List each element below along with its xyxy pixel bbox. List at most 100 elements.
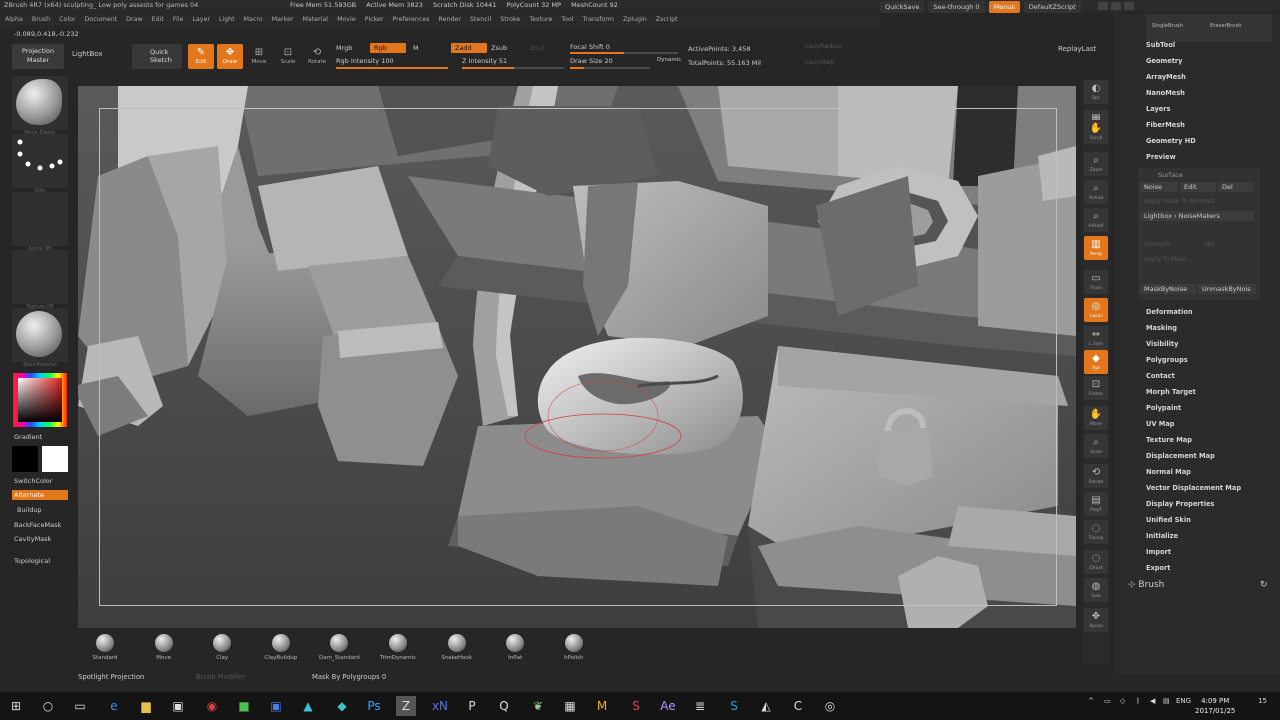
noise-edit-button[interactable]: Edit <box>1180 182 1216 192</box>
view-scale-button[interactable]: ⌕ Scale <box>1084 434 1108 458</box>
palette-fibermesh[interactable]: FiberMesh <box>1146 121 1185 129</box>
draw-tool-button[interactable]: ✥ Draw <box>217 44 243 69</box>
menu-color[interactable]: Color <box>54 13 79 23</box>
palette-displacement-map[interactable]: Displacement Map <box>1146 452 1215 460</box>
palette-preview[interactable]: Preview <box>1146 153 1176 161</box>
rgb-toggle[interactable]: Rgb <box>370 43 406 53</box>
close-icon[interactable] <box>1124 2 1134 10</box>
zadd-toggle[interactable]: Zadd <box>451 43 487 53</box>
dropbox-icon[interactable]: ◇ <box>1120 697 1125 705</box>
projection-master-button[interactable]: Projection Master <box>12 44 64 69</box>
green-app-icon[interactable]: ■ <box>234 696 254 716</box>
menu-marker[interactable]: Marker <box>267 13 298 23</box>
noise-button[interactable]: Noise <box>1140 182 1178 192</box>
task-view-icon[interactable]: ▭ <box>70 696 90 716</box>
view-persp-button[interactable]: ▥ Persp <box>1084 236 1108 260</box>
windows-start-icon[interactable]: ⊞ <box>6 696 26 716</box>
mask-by-polygroups-slider[interactable]: Mask By Polygroups 0 <box>312 673 386 681</box>
leaf-app-icon[interactable]: ❦ <box>528 696 548 716</box>
maximize-icon[interactable] <box>1111 2 1121 10</box>
palette-masking[interactable]: Masking <box>1146 324 1177 332</box>
viewport-canvas[interactable] <box>78 86 1076 628</box>
main-color-swatch[interactable] <box>42 446 68 472</box>
notifications-badge[interactable]: 15 <box>1258 697 1267 705</box>
list-app-icon[interactable]: ≣ <box>690 696 710 716</box>
secondary-color-swatch[interactable] <box>12 446 38 472</box>
brush-inflat-button[interactable]: Inflat <box>491 634 539 661</box>
marmoset-icon[interactable]: M <box>592 696 612 716</box>
palette-display-properties[interactable]: Display Properties <box>1146 500 1214 508</box>
move-tool-button[interactable]: ⊞ Move <box>246 44 272 69</box>
menu-zscript[interactable]: Zscript <box>651 13 682 23</box>
view-polyf-button[interactable]: ▤ PolyF <box>1084 492 1108 516</box>
view-zoom-button[interactable]: ⌕ Zoom <box>1084 152 1108 176</box>
view-move-button[interactable]: ✋ Move <box>1084 406 1108 430</box>
menu-material[interactable]: Material <box>297 13 332 23</box>
alpha-thumbnail[interactable]: Alpha Off <box>12 192 68 252</box>
brush-hpolish-button[interactable]: hPolish <box>550 634 598 661</box>
palette-texture-map[interactable]: Texture Map <box>1146 436 1192 444</box>
gradient-toggle[interactable]: Gradient <box>14 433 42 441</box>
view-ghost-button[interactable]: ◌ Ghost <box>1084 550 1108 574</box>
strength-slider[interactable]: Strength <box>1144 241 1170 248</box>
menu-brush[interactable]: Brush <box>27 13 54 23</box>
p-app-icon[interactable]: P <box>462 696 482 716</box>
menu-tool[interactable]: Tool <box>556 13 577 23</box>
quicksave-button[interactable]: QuickSave <box>880 1 925 13</box>
draw-size-track[interactable] <box>570 67 650 69</box>
view-frame-button[interactable]: ⊡ Frame <box>1084 376 1108 400</box>
edge-icon[interactable]: e <box>104 696 124 716</box>
palette-import[interactable]: Import <box>1146 548 1171 556</box>
palette-uv-map[interactable]: UV Map <box>1146 420 1174 428</box>
palette-contact[interactable]: Contact <box>1146 372 1175 380</box>
menu-macro[interactable]: Macro <box>239 13 267 23</box>
skype-icon[interactable]: S <box>724 696 744 716</box>
menu-edit[interactable]: Edit <box>147 13 168 23</box>
palette-vector-displacement-map[interactable]: Vector Displacement Map <box>1146 484 1241 492</box>
refresh-icon[interactable]: ↻ <box>1260 580 1268 590</box>
brush-dam-standard-button[interactable]: Dam_Standard <box>315 634 363 661</box>
cyan-app-icon[interactable]: ▲ <box>298 696 318 716</box>
menu-draw[interactable]: Draw <box>121 13 146 23</box>
focal-shift-slider[interactable]: Focal Shift 0 <box>570 43 610 51</box>
rotate-tool-button[interactable]: ⟲ Rotate <box>304 44 330 69</box>
topological-toggle[interactable]: Topological <box>14 557 50 565</box>
palette-polypaint[interactable]: Polypaint <box>1146 404 1181 412</box>
scale-tool-button[interactable]: ⊡ Scale <box>275 44 301 69</box>
menu-file[interactable]: File <box>168 13 188 23</box>
chrome-icon[interactable]: ◉ <box>202 696 222 716</box>
brush-trimdynamic-button[interactable]: TrimDynamic <box>374 634 422 661</box>
tray-overflow-icon[interactable]: ^ <box>1088 697 1094 705</box>
lazy-step-slider[interactable]: LazyStep <box>805 58 835 66</box>
palette-visibility[interactable]: Visibility <box>1146 340 1178 348</box>
brush-clay-button[interactable]: Clay <box>198 634 246 661</box>
lightbox-noisemakers-button[interactable]: Lightbox › NoiseMakers <box>1140 211 1254 221</box>
backface-mask-toggle[interactable]: BackFaceMask <box>14 521 61 529</box>
material-thumbnail[interactable]: BasicMaterial <box>12 308 68 368</box>
globe-app-icon[interactable]: ◎ <box>820 696 840 716</box>
noise-del-button[interactable]: Del <box>1218 182 1254 192</box>
brush-palette-header[interactable]: ⊹ Brush ↻ <box>1128 580 1268 590</box>
c-app-icon[interactable]: C <box>788 696 808 716</box>
palette-polygroups[interactable]: Polygroups <box>1146 356 1188 364</box>
palette-unified-skin[interactable]: Unified Skin <box>1146 516 1191 524</box>
quick-sketch-button[interactable]: Quick Sketch <box>132 44 182 69</box>
cavity-mask-toggle[interactable]: CavityMask <box>14 535 51 543</box>
texture-thumbnail[interactable]: Texture Off <box>12 250 68 310</box>
replay-last-button[interactable]: ReplayLast <box>1058 45 1096 53</box>
photoshop-icon[interactable]: Ps <box>364 696 384 716</box>
view-bpr-button[interactable]: ◐ Bpr <box>1084 80 1108 104</box>
see-through-slider[interactable]: See-through 0 <box>928 1 985 13</box>
view-xyz-button[interactable]: ◆ Xyz <box>1084 350 1108 374</box>
palette-deformation[interactable]: Deformation <box>1146 308 1193 316</box>
apply-noise-normals-button[interactable]: Apply Noise To Normals <box>1144 198 1214 205</box>
z-intensity-track[interactable] <box>462 67 564 69</box>
view-floor-button[interactable]: ▭ Floor <box>1084 270 1108 294</box>
network-icon[interactable]: ▤ <box>1163 697 1170 705</box>
buildup-toggle[interactable]: Buildup <box>17 506 42 514</box>
menu-picker[interactable]: Picker <box>360 13 388 23</box>
tray-app-icon[interactable]: ▭ <box>1104 697 1111 705</box>
switch-color-button[interactable]: SwitchColor <box>14 477 52 485</box>
mrgb-toggle[interactable]: Mrgb <box>336 44 352 52</box>
menu-zplugin[interactable]: Zplugin <box>618 13 651 23</box>
